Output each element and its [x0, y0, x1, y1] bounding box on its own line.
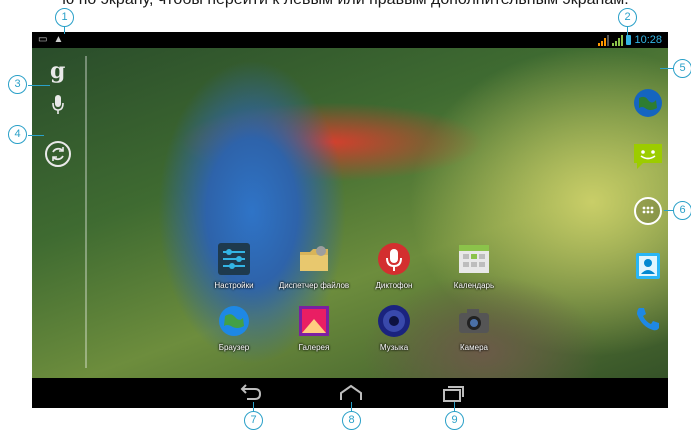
- app-voice-recorder[interactable]: Диктофон: [354, 242, 434, 304]
- app-browser[interactable]: Браузер: [194, 304, 274, 366]
- battery-icon: [626, 35, 632, 45]
- recent-apps-icon[interactable]: [438, 382, 468, 404]
- tablet-home-screen: ▭ ▲ 10:28 g Настройки Диспетчер файлов Д…: [32, 32, 668, 408]
- app-label: Настройки: [214, 281, 254, 290]
- app-music[interactable]: Музыка: [354, 304, 434, 366]
- callout-number: 7: [244, 411, 263, 430]
- callout-number: 2: [618, 8, 637, 27]
- callout-number: 6: [673, 201, 691, 220]
- app-label: Диспетчер файлов: [278, 281, 350, 290]
- file-manager-icon: [297, 242, 331, 276]
- gallery-icon: [297, 304, 331, 338]
- callout-number: 1: [55, 8, 74, 27]
- sync-icon[interactable]: [44, 140, 72, 168]
- google-search-icon[interactable]: g: [50, 58, 65, 84]
- app-grid: Настройки Диспетчер файлов Диктофон Кале…: [194, 242, 514, 367]
- signal-icon: [612, 34, 624, 46]
- app-label: Календарь: [453, 281, 495, 290]
- settings-icon: [217, 242, 251, 276]
- caption-text: ю по экрану, чтобы перейти к левым или п…: [0, 0, 691, 9]
- app-camera[interactable]: Камера: [434, 304, 514, 366]
- signal-icon: [598, 34, 610, 46]
- app-label: Галерея: [298, 343, 330, 352]
- music-icon: [377, 304, 411, 338]
- app-file-manager[interactable]: Диспетчер файлов: [274, 242, 354, 304]
- voice-recorder-icon: [377, 242, 411, 276]
- app-gallery[interactable]: Галерея: [274, 304, 354, 366]
- callout-number: 5: [673, 59, 691, 78]
- navigation-bar: [32, 378, 668, 408]
- callout-leader: [28, 135, 44, 136]
- app-label: Камера: [460, 343, 488, 352]
- calendar-icon: [457, 242, 491, 276]
- contacts-icon[interactable]: [633, 251, 663, 281]
- callout-number: 4: [8, 125, 27, 144]
- phone-icon[interactable]: [633, 304, 663, 334]
- home-icon[interactable]: [336, 382, 366, 404]
- app-calendar[interactable]: Календарь: [434, 242, 514, 304]
- all-apps-icon[interactable]: [633, 196, 663, 226]
- callout-leader: [28, 85, 50, 86]
- messaging-icon[interactable]: [633, 141, 663, 171]
- app-label: Музыка: [379, 343, 409, 352]
- warning-icon: ▲: [53, 34, 64, 45]
- callout-number: 3: [8, 75, 27, 94]
- callout-number: 9: [445, 411, 464, 430]
- microphone-icon[interactable]: [50, 94, 66, 116]
- callout-number: 8: [342, 411, 361, 430]
- search-panel: g: [32, 48, 84, 368]
- right-dock: [630, 86, 666, 366]
- browser-icon: [217, 304, 251, 338]
- panel-divider: [85, 56, 87, 368]
- status-bar[interactable]: ▭ ▲ 10:28: [32, 32, 668, 48]
- app-label: Браузер: [218, 343, 250, 352]
- status-clock: 10:28: [634, 34, 662, 46]
- camera-icon: [457, 304, 491, 338]
- app-label: Диктофон: [375, 281, 413, 290]
- app-settings[interactable]: Настройки: [194, 242, 274, 304]
- screenshot-icon: ▭: [38, 34, 48, 45]
- browser-globe-icon[interactable]: [633, 88, 663, 118]
- back-icon[interactable]: [235, 382, 265, 404]
